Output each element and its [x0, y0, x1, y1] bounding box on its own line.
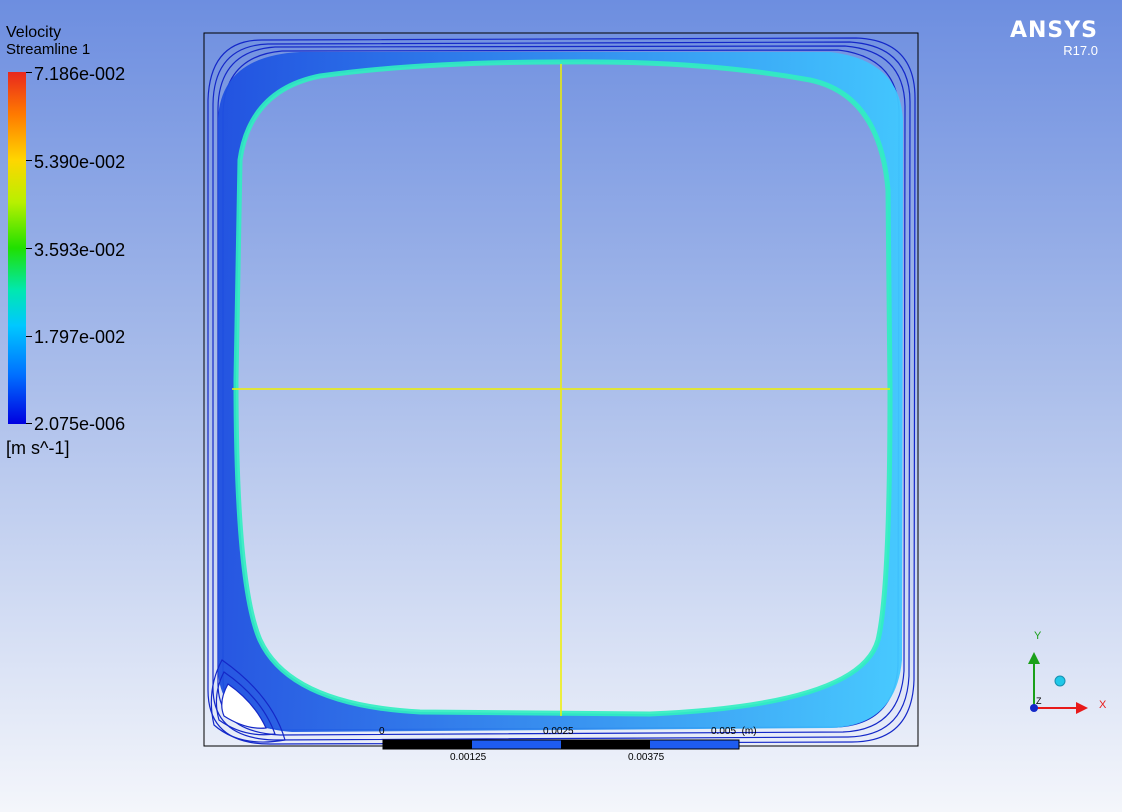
scale-label-0.0025: 0.0025: [543, 726, 574, 737]
scale-label-0.00125: 0.00125: [450, 752, 487, 763]
scale-label-0.005: 0.005 (m): [711, 726, 757, 737]
scale-label-0: 0: [379, 726, 385, 737]
3d-viewport[interactable]: [0, 0, 1122, 812]
streamlines-core: [233, 59, 893, 717]
axis-z-label: Z: [1036, 696, 1042, 706]
scale-bar: [382, 739, 740, 750]
axis-y-label: Y: [1034, 630, 1042, 642]
scale-label-0.00375: 0.00375: [628, 752, 665, 763]
axis-x-label: X: [1099, 699, 1107, 711]
